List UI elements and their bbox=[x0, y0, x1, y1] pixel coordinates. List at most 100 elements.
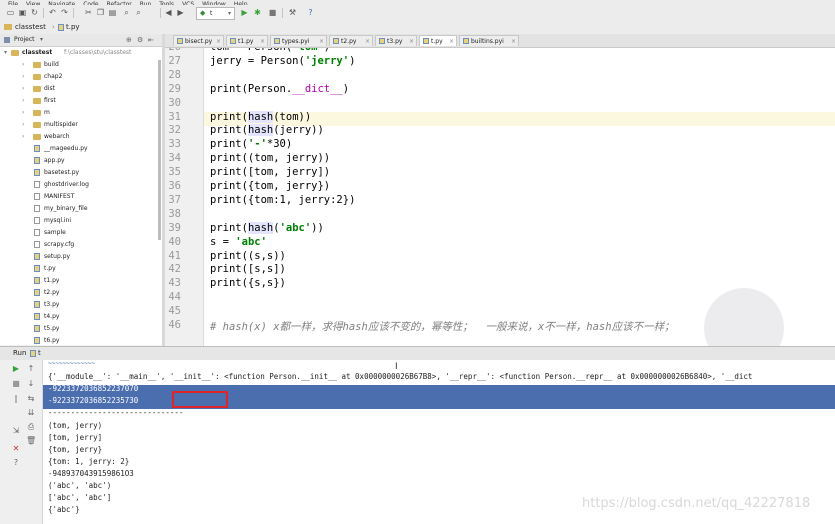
help-button[interactable]: ? bbox=[306, 8, 315, 17]
close-tab-icon[interactable]: × bbox=[260, 36, 265, 47]
run-icon[interactable]: ▶ bbox=[240, 8, 249, 17]
tree-root[interactable]: ▾ classtest f:\classes\stu\classtest bbox=[0, 47, 162, 59]
cut-icon[interactable]: ✂ bbox=[84, 8, 93, 17]
expand-arrow-icon[interactable]: › bbox=[22, 131, 24, 143]
forward-icon[interactable]: ▶ bbox=[176, 8, 185, 17]
expand-arrow-icon[interactable]: › bbox=[22, 71, 24, 83]
tab-t-py[interactable]: t.py × bbox=[419, 35, 457, 46]
expand-arrow-icon[interactable]: › bbox=[22, 95, 24, 107]
tree-file[interactable]: setup.py bbox=[0, 251, 162, 263]
tab-types-pyi[interactable]: types.pyi × bbox=[270, 35, 327, 46]
console-line: ['abc', 'abc'] bbox=[48, 493, 112, 503]
undo-icon[interactable]: ↶ bbox=[48, 8, 57, 17]
close-tab-icon[interactable]: × bbox=[409, 36, 414, 47]
tree-folder[interactable]: › multispider bbox=[0, 119, 162, 131]
tree-file[interactable]: sample bbox=[0, 227, 162, 239]
folder-icon bbox=[33, 74, 41, 80]
down-arrow-icon[interactable]: ↓ bbox=[26, 379, 36, 389]
tree-file[interactable]: my_binary_file bbox=[0, 203, 162, 215]
tree-file[interactable]: t1.py bbox=[0, 275, 162, 287]
tree-item-label: m bbox=[44, 109, 50, 116]
scroll-to-end-icon[interactable]: ⇊ bbox=[26, 408, 36, 418]
close-tab-icon[interactable]: × bbox=[216, 36, 221, 47]
run-config-select[interactable]: ◆ t ▾ bbox=[196, 7, 235, 20]
run-panel-header: Run t bbox=[0, 346, 835, 361]
run-config-tab[interactable]: t bbox=[38, 347, 41, 360]
back-icon[interactable]: ◀ bbox=[164, 8, 173, 17]
line-number: 44 bbox=[168, 291, 181, 304]
tree-file[interactable]: t.py bbox=[0, 263, 162, 275]
tree-item-label: t5.py bbox=[44, 325, 60, 332]
tree-folder[interactable]: › build bbox=[0, 59, 162, 71]
save-icon[interactable]: ▣ bbox=[18, 8, 27, 17]
help-icon[interactable]: ? bbox=[11, 458, 21, 468]
close-tab-icon[interactable]: × bbox=[449, 36, 454, 47]
tree-file[interactable]: mysql.ini bbox=[0, 215, 162, 227]
tree-file[interactable]: scrapy.cfg bbox=[0, 239, 162, 251]
tab-t3-py[interactable]: t3.py × bbox=[375, 35, 417, 46]
close-tab-icon[interactable]: × bbox=[511, 36, 516, 47]
tree-file[interactable]: MANIFEST bbox=[0, 191, 162, 203]
expand-arrow-icon[interactable]: › bbox=[22, 119, 24, 131]
sync-icon[interactable]: ↻ bbox=[30, 8, 39, 17]
stop-icon[interactable]: ■ bbox=[11, 379, 21, 389]
tree-folder[interactable]: › webarch bbox=[0, 131, 162, 143]
tree-file[interactable]: t6.py bbox=[0, 335, 162, 345]
tab-t2-py[interactable]: t2.py × bbox=[329, 35, 373, 46]
line-number: 31 bbox=[168, 110, 181, 123]
tree-folder[interactable]: › m bbox=[0, 107, 162, 119]
tree-file[interactable]: __mageedu.py bbox=[0, 143, 162, 155]
close-tab-icon[interactable]: × bbox=[319, 36, 324, 47]
tab-label: t1.py bbox=[238, 38, 254, 45]
tree-file[interactable]: t5.py bbox=[0, 323, 162, 335]
tree-file[interactable]: t4.py bbox=[0, 311, 162, 323]
debug-icon[interactable]: ✱ bbox=[253, 8, 262, 17]
redo-icon[interactable]: ↷ bbox=[60, 8, 69, 17]
clear-all-icon[interactable]: 🗑 bbox=[26, 436, 36, 446]
expand-arrow-icon[interactable]: ▾ bbox=[4, 47, 7, 59]
settings-icon[interactable]: ⚒ bbox=[288, 8, 297, 17]
print-icon[interactable]: ⎙ bbox=[26, 422, 36, 432]
rerun-icon[interactable]: ▶ bbox=[11, 364, 21, 374]
collapse-icon[interactable]: ⊕ bbox=[126, 34, 132, 46]
tree-file[interactable]: app.py bbox=[0, 155, 162, 167]
tree-folder[interactable]: › first bbox=[0, 95, 162, 107]
pause-icon[interactable]: ‖ bbox=[11, 394, 21, 404]
breadcrumb-project[interactable]: classtest bbox=[15, 21, 46, 34]
paste-icon[interactable]: ▤ bbox=[108, 8, 117, 17]
open-folder-icon[interactable]: ▭ bbox=[6, 8, 15, 17]
tab-bisect-py[interactable]: bisect.py × bbox=[173, 35, 224, 46]
up-arrow-icon[interactable]: ↑ bbox=[26, 364, 36, 374]
gear-icon[interactable]: ⚙ bbox=[137, 34, 143, 46]
expand-arrow-icon[interactable]: › bbox=[22, 83, 24, 95]
stop-icon[interactable]: ■ bbox=[268, 8, 277, 17]
tab-builtins-pyi[interactable]: builtins.pyi × bbox=[459, 35, 519, 46]
project-panel-title[interactable]: Project bbox=[14, 34, 35, 46]
tree-file[interactable]: t3.py bbox=[0, 299, 162, 311]
project-icon bbox=[4, 37, 10, 43]
expand-arrow-icon[interactable]: › bbox=[22, 59, 24, 71]
tree-file[interactable]: ghostdriver.log bbox=[0, 179, 162, 191]
expand-arrow-icon[interactable]: › bbox=[22, 107, 24, 119]
console-line: {tom: 1, jerry: 2} bbox=[48, 456, 130, 466]
chevron-down-icon[interactable]: ▾ bbox=[40, 34, 43, 46]
tree-file[interactable]: t2.py bbox=[0, 287, 162, 299]
find-icon[interactable]: ⌕ bbox=[122, 8, 131, 17]
run-panel-label[interactable]: Run bbox=[13, 347, 26, 360]
tree-file[interactable]: basetest.py bbox=[0, 167, 162, 179]
replace-icon[interactable]: ⌕ bbox=[134, 8, 143, 17]
tab-t1-py[interactable]: t1.py × bbox=[226, 35, 268, 46]
hide-panel-icon[interactable]: ⇤ bbox=[148, 34, 154, 46]
text-file-icon bbox=[34, 241, 40, 248]
copy-icon[interactable]: ❐ bbox=[96, 8, 105, 17]
close-tab-icon[interactable]: × bbox=[365, 36, 370, 47]
code-editor[interactable]: tom = Person('tom')jerry = Person('jerry… bbox=[204, 48, 835, 346]
tree-item-label: setup.py bbox=[44, 253, 71, 260]
restore-layout-icon[interactable]: ⇲ bbox=[11, 426, 21, 436]
tree-folder[interactable]: › chap2 bbox=[0, 71, 162, 83]
soft-wrap-icon[interactable]: ⇆ bbox=[26, 394, 36, 404]
breadcrumb-file[interactable]: t.py bbox=[66, 21, 80, 34]
tree-folder[interactable]: › dist bbox=[0, 83, 162, 95]
project-tree-scrollbar[interactable] bbox=[158, 60, 161, 240]
close-icon[interactable]: ✕ bbox=[11, 444, 21, 454]
